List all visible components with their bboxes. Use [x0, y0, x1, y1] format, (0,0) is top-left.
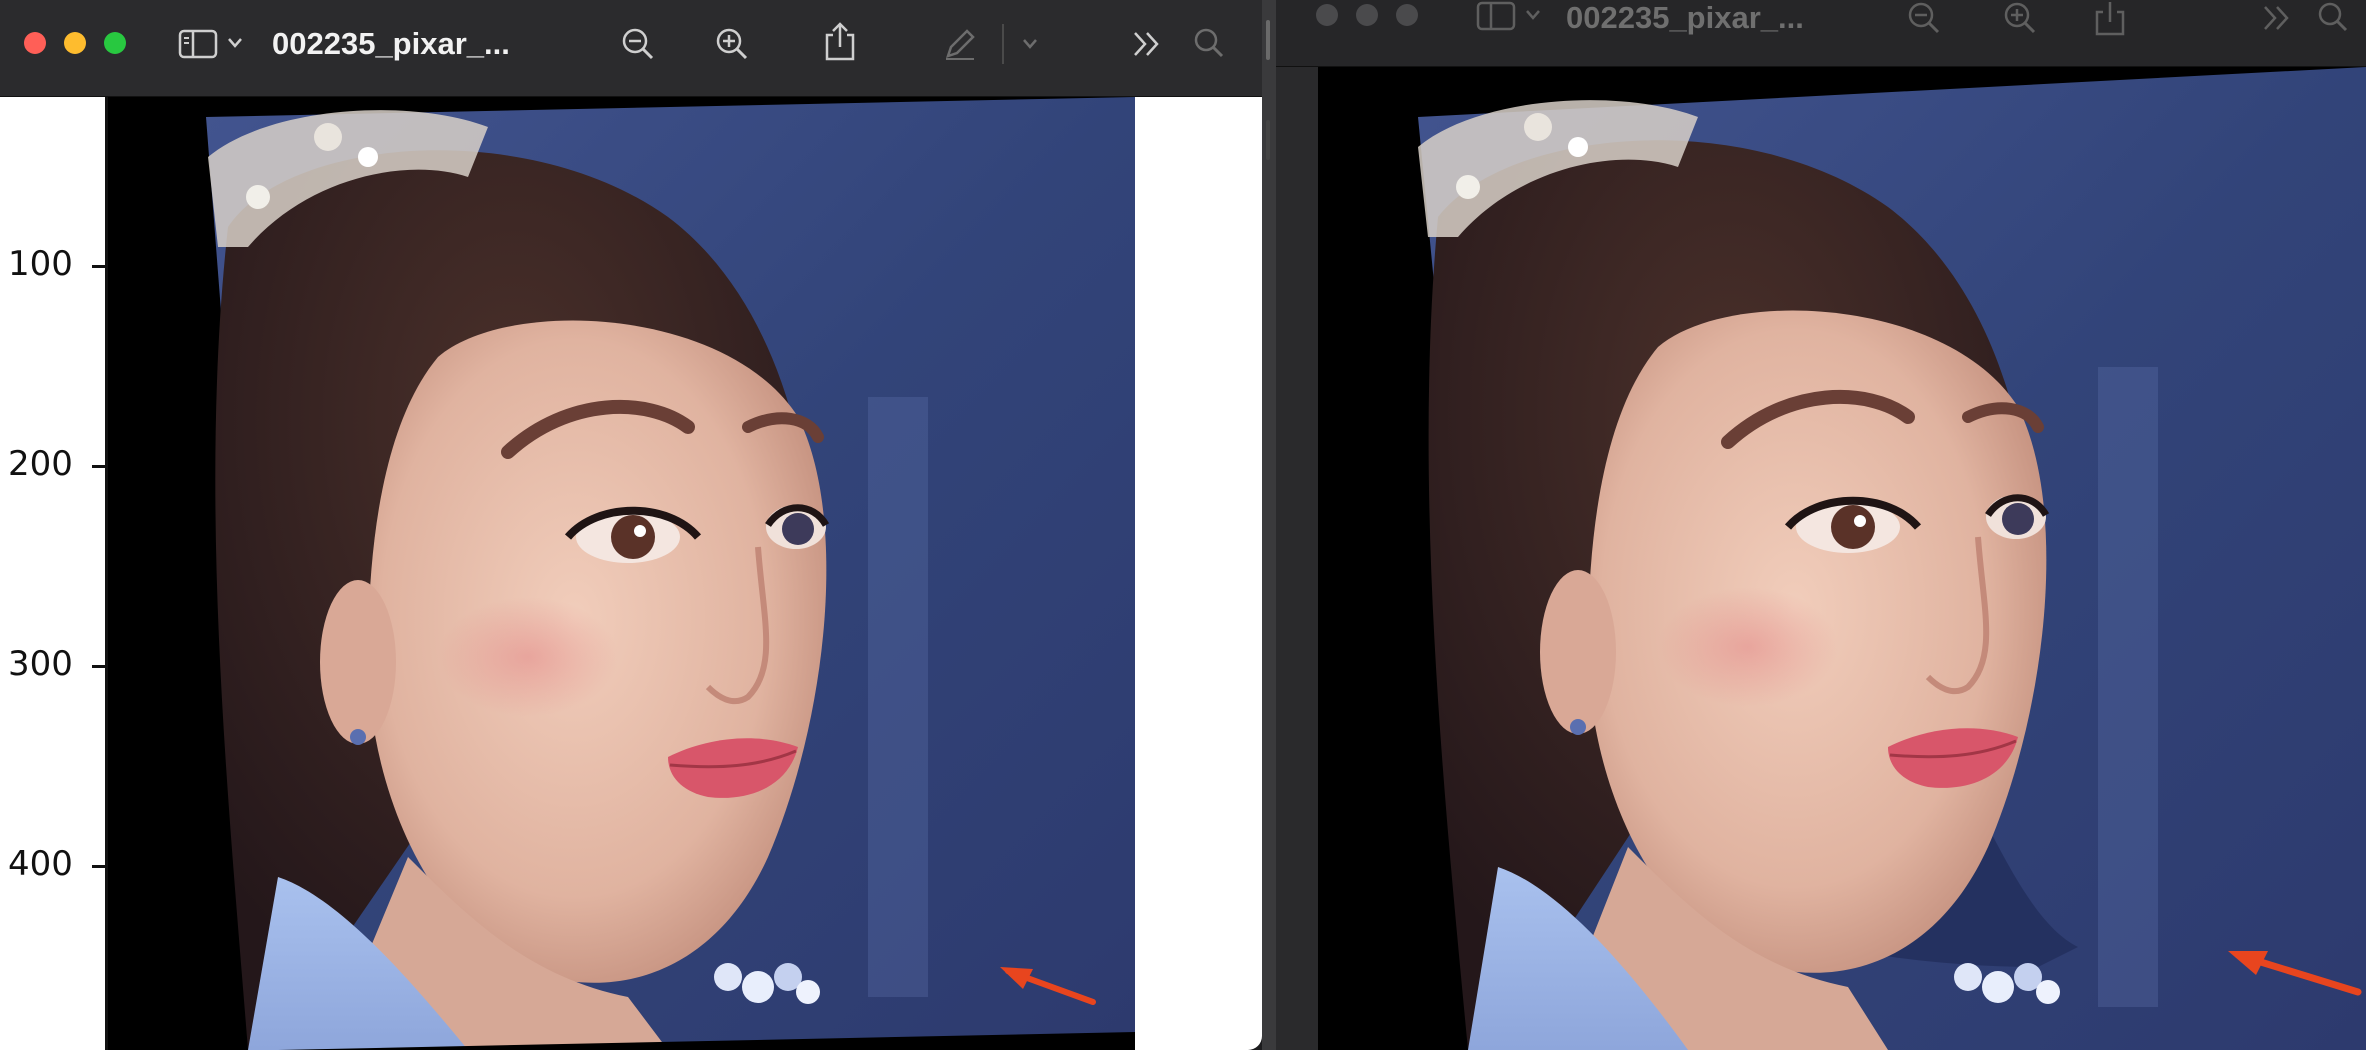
more-icon[interactable]: [1132, 30, 1162, 58]
preview-window-right: 002235_pixar_...: [1276, 0, 2366, 1050]
window-title: 002235_pixar_...: [1566, 0, 1804, 35]
window-gap: [1262, 0, 1276, 1050]
chevron-down-icon[interactable]: [1524, 8, 1542, 22]
zoom-out-icon[interactable]: [620, 26, 656, 62]
y-tick: [92, 265, 106, 268]
close-button[interactable]: [1316, 4, 1338, 26]
preview-window-left: 002235_pixar_... 100 200 300 400: [0, 0, 1262, 1050]
y-tick-label: 400: [8, 844, 73, 884]
y-tick: [92, 465, 106, 468]
sidebar-icon[interactable]: [1476, 0, 1516, 32]
y-tick: [92, 665, 106, 668]
minimize-button[interactable]: [1356, 4, 1378, 26]
toolbar: 002235_pixar_...: [1276, 0, 2366, 67]
zoom-out-icon[interactable]: [1906, 0, 1942, 36]
search-icon[interactable]: [1192, 26, 1226, 60]
share-icon[interactable]: [2092, 0, 2128, 36]
portrait-image: [1318, 67, 2366, 1050]
window-title: 002235_pixar_...: [272, 26, 510, 61]
zoom-button[interactable]: [104, 32, 126, 54]
markup-chevron-down-icon[interactable]: [1022, 38, 1038, 50]
toolbar-divider: [1002, 24, 1004, 64]
sidebar-icon[interactable]: [178, 28, 218, 60]
zoom-button[interactable]: [1396, 4, 1418, 26]
markup-pen-icon[interactable]: [942, 26, 978, 62]
y-tick: [92, 865, 106, 868]
chevron-down-icon[interactable]: [226, 36, 244, 50]
share-icon[interactable]: [822, 20, 858, 62]
minimize-button[interactable]: [64, 32, 86, 54]
y-tick-label: 300: [8, 644, 73, 684]
portrait-image: [108, 97, 1135, 1050]
document-view: 100 200 300 400: [0, 97, 1262, 1050]
y-tick-label: 100: [8, 244, 73, 284]
zoom-in-icon[interactable]: [2002, 0, 2038, 36]
more-icon[interactable]: [2262, 4, 2292, 32]
zoom-in-icon[interactable]: [714, 26, 750, 62]
search-icon[interactable]: [2316, 0, 2350, 34]
y-tick-label: 200: [8, 444, 73, 484]
close-button[interactable]: [24, 32, 46, 54]
toolbar: 002235_pixar_...: [0, 0, 1262, 97]
document-view: [1276, 67, 2366, 1050]
